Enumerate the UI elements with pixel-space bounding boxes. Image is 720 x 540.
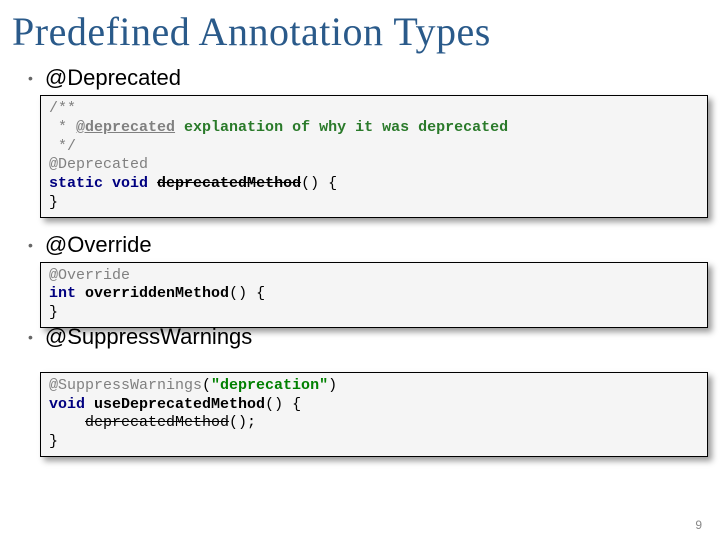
code-block-override: @Override int overriddenMethod() { } [40,262,708,328]
bullet-override: • @Override [0,232,720,258]
code-text: * [49,119,76,136]
code-text [85,396,94,413]
code-text: explanation of why it was deprecated [175,119,508,136]
code-text: () { [301,175,337,192]
code-method: overriddenMethod [85,285,229,302]
code-string: "deprecation" [211,377,328,394]
code-text: } [49,194,58,211]
code-text [148,175,157,192]
code-text: /** [49,100,76,117]
code-keyword: void [49,396,85,413]
code-text: } [49,433,58,450]
code-keyword: static void [49,175,148,192]
bullet-marker: • [28,237,33,253]
code-text: (); [229,414,256,431]
code-annotation: @Override [49,267,130,284]
bullet-text-deprecated: @Deprecated [45,65,181,91]
code-keyword: int [49,285,76,302]
bullet-deprecated: • @Deprecated [0,65,720,91]
bullet-marker: • [28,329,33,345]
code-text [49,414,85,431]
bullet-text-override: @Override [45,232,152,258]
page-number: 9 [695,518,702,532]
code-text [76,285,85,302]
code-annotation: @SuppressWarnings [49,377,202,394]
code-text: } [49,304,58,321]
code-text: () { [229,285,265,302]
code-annotation: @Deprecated [49,156,148,173]
code-method: useDeprecatedMethod [94,396,265,413]
code-deprecated-method: deprecatedMethod [157,175,301,192]
code-text: ) [328,377,337,394]
code-doctag: @deprecated [76,119,175,136]
code-block-suppress: @SuppressWarnings("deprecation") void us… [40,372,708,457]
code-block-deprecated: /** * @deprecated explanation of why it … [40,95,708,218]
code-text: ( [202,377,211,394]
code-text: () { [265,396,301,413]
code-deprecated-call: deprecatedMethod [85,414,229,431]
code-text: */ [49,138,76,155]
bullet-marker: • [28,70,33,86]
slide-title: Predefined Annotation Types [0,0,720,61]
